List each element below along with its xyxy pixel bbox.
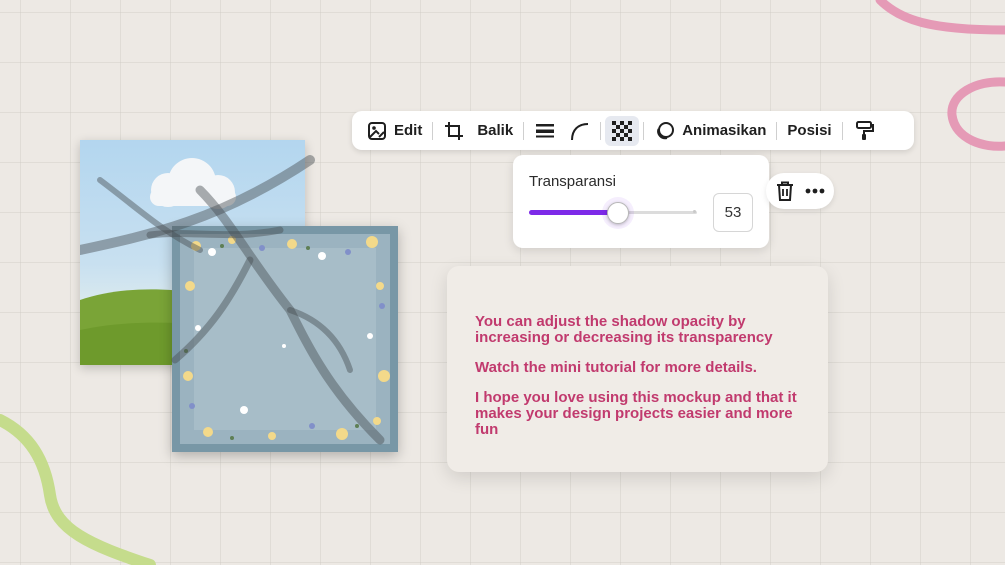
transparency-slider[interactable] (529, 201, 699, 225)
copy-style-button[interactable] (847, 116, 881, 146)
slider-fill (529, 210, 619, 215)
corner-rounding-button[interactable] (562, 116, 596, 146)
pink-squiggle-right (947, 77, 1005, 151)
transparency-label: Transparansi (529, 173, 616, 190)
element-toolbar: Edit Balik Animasikan Posisi (352, 111, 914, 150)
transparency-icon (611, 120, 633, 142)
instruction-card: You can adjust the shadow opacity by inc… (447, 266, 828, 472)
toolbar-divider (776, 121, 778, 140)
position-button[interactable]: Posisi (781, 116, 837, 146)
cloud-icon (150, 158, 236, 209)
crop-icon (443, 120, 465, 142)
flip-button[interactable]: Balik (471, 116, 519, 146)
animate-icon (654, 120, 676, 142)
toolbar-divider (600, 121, 602, 140)
flip-label: Balik (477, 122, 514, 139)
element-actions (766, 173, 834, 209)
more-icon[interactable] (804, 180, 826, 202)
edit-label: Edit (394, 122, 423, 139)
animate-button[interactable]: Animasikan (648, 116, 772, 146)
transparency-popover: Transparansi 53 (513, 155, 769, 248)
pink-squiggle-top (875, 0, 1005, 35)
floral-pattern (172, 226, 398, 452)
animate-label: Animasikan (682, 122, 767, 139)
instruction-text: Watch the mini tutorial for more details… (475, 359, 757, 376)
crop-button[interactable] (437, 116, 471, 146)
toolbar-divider (432, 121, 434, 140)
toolbar-divider (523, 121, 525, 140)
border-style-icon (534, 120, 556, 142)
instruction-text: You can adjust the shadow opacity by inc… (475, 313, 773, 346)
instruction-text: I hope you love using this mockup and th… (475, 389, 797, 438)
position-label: Posisi (787, 122, 832, 139)
border-style-button[interactable] (528, 116, 562, 146)
toolbar-divider (643, 121, 645, 140)
toolbar-divider (841, 121, 843, 140)
green-squiggle (0, 414, 156, 565)
paint-roller-icon (853, 120, 875, 142)
slider-thumb[interactable] (607, 202, 630, 224)
transparency-button[interactable] (605, 115, 640, 146)
transparency-value-input[interactable]: 53 (713, 193, 753, 232)
corner-rounding-icon (568, 120, 590, 142)
floral-scarf-photo[interactable] (172, 226, 398, 452)
image-edit-icon (366, 120, 388, 142)
trash-icon[interactable] (774, 180, 796, 202)
slider-tick-end (693, 210, 696, 213)
edit-button[interactable]: Edit (360, 116, 428, 146)
